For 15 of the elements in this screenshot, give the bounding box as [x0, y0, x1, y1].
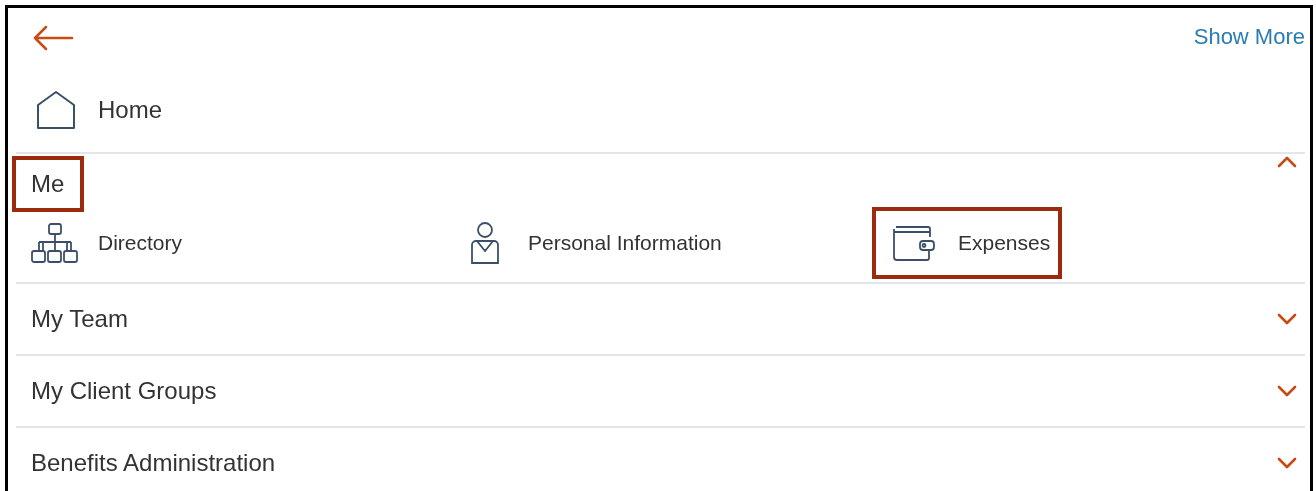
chevron-icon[interactable]	[1277, 156, 1297, 168]
chevron-icon[interactable]	[1277, 457, 1297, 469]
show-more-link[interactable]: Show More	[1193, 24, 1305, 50]
back-arrow-icon[interactable]	[32, 25, 74, 51]
chevron-icon[interactable]	[1277, 313, 1297, 325]
section-title[interactable]: My Client Groups	[12, 363, 237, 419]
section-title[interactable]: My Team	[12, 291, 148, 347]
section-title[interactable]: Benefits Administration	[12, 435, 296, 491]
chevron-icon[interactable]	[1277, 385, 1297, 397]
org-chart-icon	[30, 223, 80, 263]
house-icon	[36, 90, 76, 130]
section-title[interactable]: Me	[12, 156, 85, 212]
menu-item[interactable]: Personal Information	[442, 205, 734, 281]
home-link[interactable]: Home	[98, 96, 163, 124]
menu-item[interactable]: Expenses	[872, 207, 1063, 279]
